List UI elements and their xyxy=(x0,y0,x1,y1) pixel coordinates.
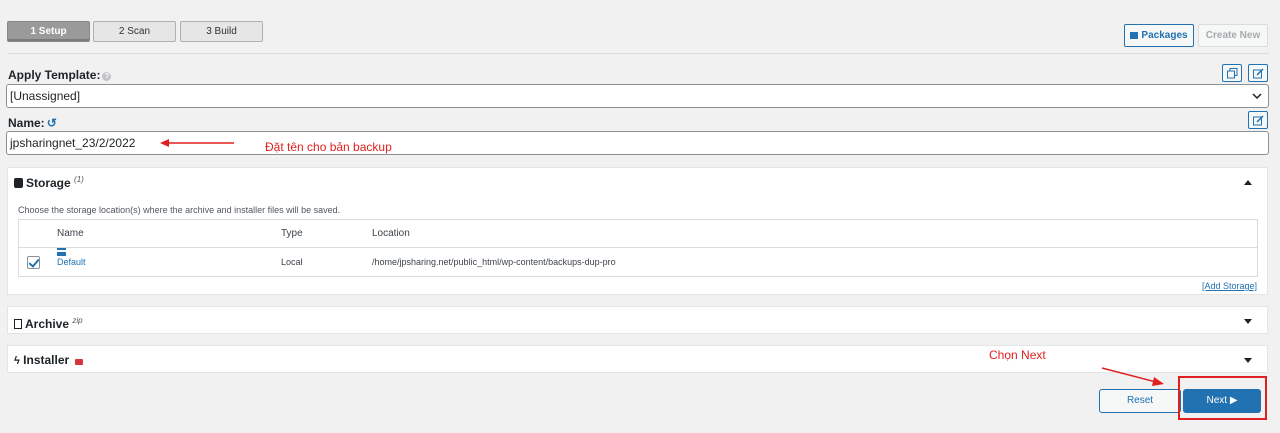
archive-title: Archive xyxy=(25,317,70,331)
archive-header[interactable]: Archive zip xyxy=(14,316,83,331)
refresh-icon[interactable]: ↺ xyxy=(47,116,57,130)
installer-header[interactable]: ϟ Installer xyxy=(14,353,83,367)
storage-checkbox[interactable] xyxy=(27,256,40,269)
expand-icon[interactable] xyxy=(1244,319,1252,324)
collapse-icon[interactable] xyxy=(1244,180,1252,185)
annotation-next-note: Chọn Next xyxy=(989,348,1046,362)
edit-template-button[interactable] xyxy=(1248,64,1268,82)
packages-icon xyxy=(1130,32,1139,39)
storage-table: Name Type Location Default Local /home/j… xyxy=(18,219,1258,277)
create-new-button[interactable]: Create New xyxy=(1198,24,1268,47)
step-setup[interactable]: 1 Setup xyxy=(7,21,90,42)
installer-title: Installer xyxy=(23,353,70,367)
edit-icon xyxy=(1253,115,1264,126)
apply-template-label: Apply Template:? xyxy=(8,68,112,82)
table-header: Name Type Location xyxy=(19,220,1257,248)
installer-panel[interactable]: ϟ Installer xyxy=(7,345,1268,373)
packages-label: Packages xyxy=(1141,30,1188,41)
copy-template-button[interactable] xyxy=(1222,64,1242,82)
edit-name-button[interactable] xyxy=(1248,111,1268,129)
header-divider xyxy=(7,53,1269,54)
template-select[interactable]: [Unassigned] xyxy=(6,84,1269,108)
storage-location: /home/jpsharing.net/public_html/wp-conte… xyxy=(372,257,616,267)
table-row: Default Local /home/jpsharing.net/public… xyxy=(19,248,1257,276)
archive-panel[interactable]: Archive zip xyxy=(7,306,1268,334)
storage-header[interactable]: Storage (1) xyxy=(14,175,84,190)
annotation-name-note: Đặt tên cho bản backup xyxy=(265,140,392,154)
database-icon xyxy=(14,178,23,188)
storage-type: Local xyxy=(281,257,303,267)
step-build[interactable]: 3 Build xyxy=(180,21,263,42)
package-name-value: jpsharingnet_23/2/2022 xyxy=(10,136,136,150)
add-storage-link[interactable]: [Add Storage] xyxy=(1202,281,1257,291)
reset-button[interactable]: Reset xyxy=(1099,389,1181,413)
file-archive-icon xyxy=(14,319,22,329)
packages-button[interactable]: Packages xyxy=(1124,24,1194,47)
help-icon[interactable]: ? xyxy=(102,72,112,81)
storage-panel: Storage (1) Choose the storage location(… xyxy=(7,167,1268,295)
column-location: Location xyxy=(372,228,410,239)
chevron-down-icon xyxy=(1252,93,1262,100)
column-type: Type xyxy=(281,228,303,239)
name-label-text: Name: xyxy=(8,116,45,130)
expand-icon[interactable] xyxy=(1244,358,1252,363)
storage-description: Choose the storage location(s) where the… xyxy=(18,205,341,215)
template-selected-value: [Unassigned] xyxy=(10,89,81,103)
step-scan[interactable]: 2 Scan xyxy=(93,21,176,42)
annotation-arrow-name xyxy=(160,139,234,147)
copy-icon xyxy=(1227,68,1238,79)
lock-icon xyxy=(74,359,83,365)
storage-title: Storage xyxy=(26,176,71,190)
annotation-arrow-next xyxy=(1101,367,1164,386)
edit-icon xyxy=(1253,68,1264,79)
storage-name: Default xyxy=(57,257,86,267)
storage-count: (1) xyxy=(74,175,84,184)
apply-template-text: Apply Template: xyxy=(8,68,101,82)
archive-badge: zip xyxy=(72,316,83,325)
bolt-icon: ϟ xyxy=(14,355,20,367)
column-name: Name xyxy=(57,228,84,239)
name-label: Name: ↺ xyxy=(8,116,57,130)
next-button[interactable]: Next ▶ xyxy=(1183,389,1261,413)
